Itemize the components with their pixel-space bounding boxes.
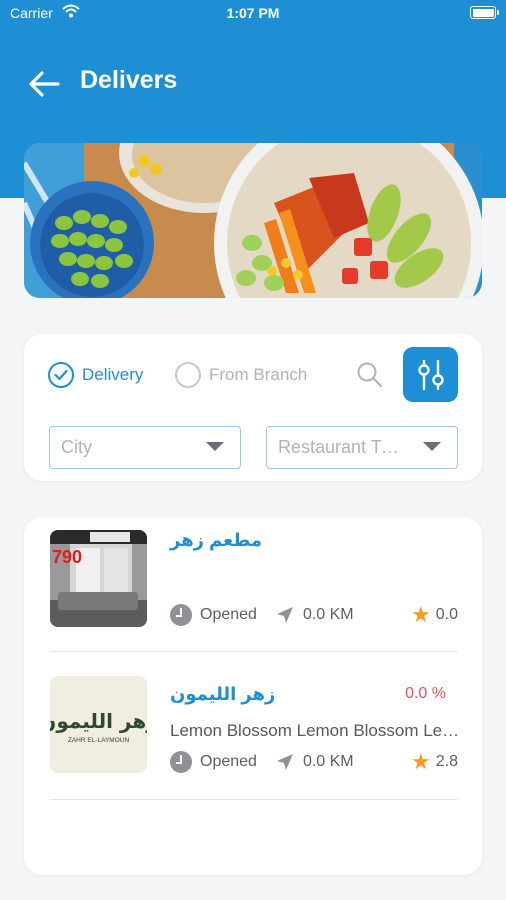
check-circle-icon <box>48 362 74 388</box>
list-divider <box>50 651 458 652</box>
sliders-icon <box>417 359 444 390</box>
restaurant-list: 790 مطعم زهر Opened 0.0 KM ★ 0.0 زهر الل… <box>24 517 482 875</box>
battery-icon <box>470 6 499 19</box>
restaurant-type-placeholder: Restaurant Type <box>278 437 402 457</box>
from-branch-label: From Branch <box>209 365 308 384</box>
page-title: Delivers <box>80 66 178 94</box>
rating: ★ 2.8 <box>411 750 458 774</box>
filter-settings-button[interactable] <box>403 347 458 402</box>
restaurant-name: زهر الليمون <box>170 684 276 704</box>
restaurant-meta: Opened 0.0 KM <box>170 750 354 774</box>
thumbnail-price-text: 790 <box>52 547 82 567</box>
from-branch-radio[interactable]: From Branch <box>175 361 307 389</box>
clock-icon <box>170 751 192 773</box>
open-status: Opened <box>200 606 257 623</box>
status-time: 1:07 PM <box>226 5 280 21</box>
delivery-radio[interactable]: Delivery <box>48 361 143 389</box>
city-placeholder: City <box>61 437 92 457</box>
caret-down-icon <box>206 442 224 451</box>
star-icon: ★ <box>411 749 431 774</box>
navigation-arrow-icon <box>276 754 293 770</box>
restaurant-logo: زهر الليمون ZAHR EL-LAYMOUN <box>50 676 147 773</box>
restaurant-type-dropdown[interactable]: Restaurant Type <box>266 426 458 469</box>
search-button[interactable] <box>356 361 384 389</box>
food-banner-image <box>24 143 482 298</box>
rating: ★ 0.0 <box>411 603 458 627</box>
clock-icon <box>170 604 192 626</box>
restaurant-meta: Opened 0.0 KM <box>170 603 354 627</box>
restaurant-row[interactable]: زهر الليمون ZAHR EL-LAYMOUN زهر الليمون … <box>24 653 482 801</box>
rating-value: 2.8 <box>435 753 458 770</box>
filter-card: Delivery From Branch City Restaurant Typ… <box>24 334 482 481</box>
open-status: Opened <box>200 753 257 770</box>
star-icon: ★ <box>411 602 431 627</box>
restaurant-name: مطعم زهر <box>170 530 262 550</box>
caret-down-icon <box>423 442 441 451</box>
search-icon <box>357 362 383 388</box>
rating-value: 0.0 <box>435 606 458 623</box>
navigation-arrow-icon <box>276 607 293 623</box>
restaurant-thumbnail: 790 <box>50 530 147 627</box>
arrow-left-icon <box>29 71 60 97</box>
logo-latin-text: ZAHR EL-LAYMOUN <box>68 737 130 744</box>
back-button[interactable] <box>24 66 64 102</box>
logo-arabic-text: زهر الليمون <box>50 709 147 733</box>
restaurant-row[interactable]: 790 مطعم زهر Opened 0.0 KM ★ 0.0 <box>24 517 482 653</box>
status-bar: Carrier 1:07 PM <box>0 0 506 26</box>
city-dropdown[interactable]: City <box>49 426 241 469</box>
distance: 0.0 KM <box>302 753 354 770</box>
list-divider <box>50 799 458 800</box>
empty-circle-icon <box>175 362 201 388</box>
delivery-label: Delivery <box>82 365 144 384</box>
distance: 0.0 KM <box>302 606 354 623</box>
discount-badge: 0.0 % <box>405 685 446 702</box>
restaurant-description: Lemon Blossom Lemon Blossom Lemon Blosso… <box>170 721 460 740</box>
